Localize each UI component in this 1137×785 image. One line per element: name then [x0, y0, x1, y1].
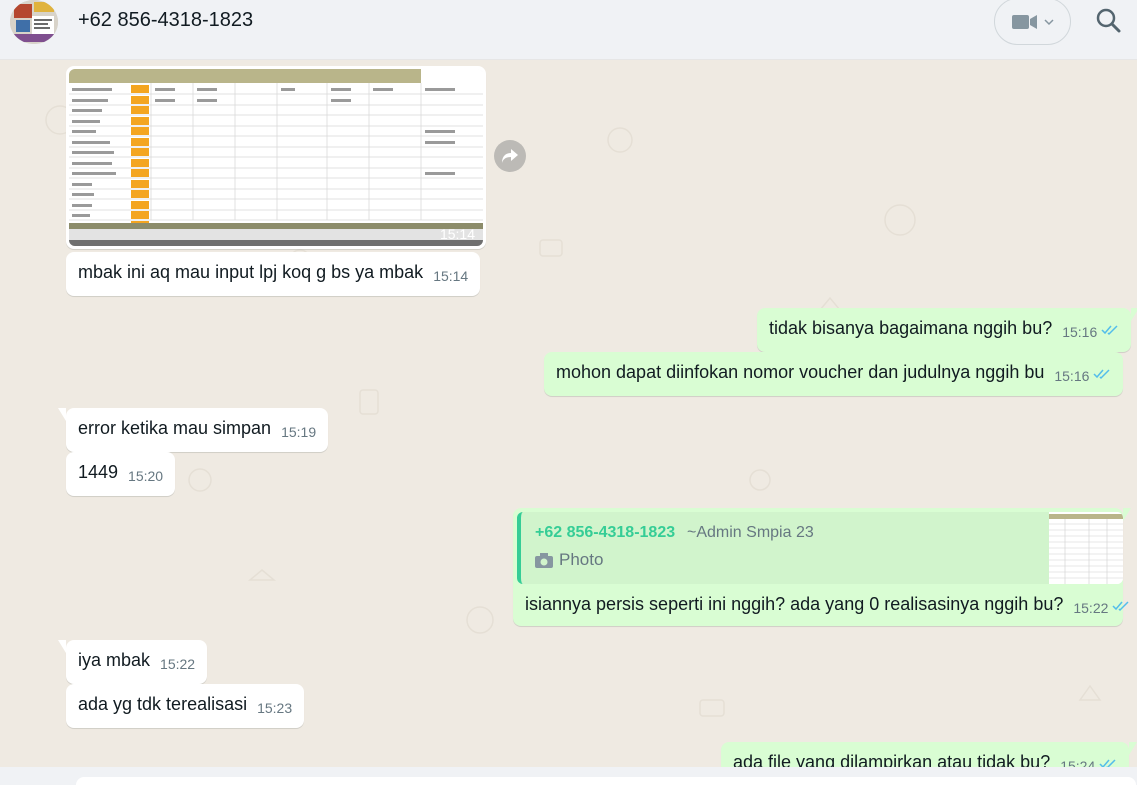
message-text: ada yg tdk terealisasi	[78, 694, 248, 714]
bubble-tail	[1129, 742, 1137, 755]
search-button[interactable]	[1094, 6, 1124, 36]
message-text: error ketika mau simpan	[78, 418, 272, 438]
image-message[interactable]: 15:14	[66, 66, 486, 249]
message-input[interactable]	[76, 777, 1136, 785]
message-text: mbak ini aq mau input lpj koq g bs ya mb…	[78, 262, 424, 282]
message-text: iya mbak	[78, 650, 151, 670]
message-time: 15:19	[281, 424, 317, 440]
contact-name[interactable]: +62 856-4318-1823	[78, 9, 253, 32]
message-time: 15:22	[1073, 600, 1109, 616]
search-icon	[1096, 8, 1121, 33]
bubble-tail	[1123, 508, 1131, 521]
double-check-icon	[1112, 594, 1130, 618]
chat-messages[interactable]: 15:14 mbak ini aq mau input lpj koq g bs…	[0, 60, 1137, 767]
bubble-tail	[1131, 308, 1137, 321]
chevron-down-icon	[1043, 18, 1054, 25]
video-camera-icon	[1011, 14, 1037, 29]
message-text: tidak bisanya bagaimana nggih bu?	[769, 318, 1053, 338]
message-time: 15:23	[257, 700, 293, 716]
table-screenshot[interactable]: 15:14	[69, 69, 483, 246]
message-time: 15:16	[1054, 368, 1090, 384]
incoming-message[interactable]: ada yg tdk terealisasi 15:23	[66, 684, 305, 728]
outgoing-message[interactable]: mohon dapat diinfokan nomor voucher dan …	[544, 352, 1124, 396]
double-check-icon	[1093, 362, 1111, 386]
incoming-message[interactable]: 1449 15:20	[66, 452, 176, 496]
double-check-icon	[1099, 752, 1117, 767]
message-text: 1449	[78, 462, 119, 482]
incoming-message[interactable]: error ketika mau simpan 15:19	[58, 408, 329, 452]
message-time: 15:14	[439, 226, 475, 242]
quote-sender-alias: ~Admin Smpia 23	[687, 524, 814, 541]
video-call-button[interactable]	[994, 0, 1071, 45]
message-text: mohon dapat diinfokan nomor voucher dan …	[556, 362, 1045, 382]
incoming-message[interactable]: iya mbak 15:22	[58, 640, 208, 684]
message-text: ada file yang dilampirkan atau tidak bu?	[733, 752, 1051, 767]
outgoing-message[interactable]: tidak bisanya bagaimana nggih bu? 15:16	[757, 308, 1137, 352]
quote-sender: +62 856-4318-1823	[535, 524, 676, 541]
message-time: 15:14	[433, 268, 469, 284]
composer-bar	[0, 767, 1137, 785]
quote-thumbnail	[1049, 512, 1123, 584]
quote-photo-label: Photo	[535, 550, 603, 570]
message-time: 15:20	[128, 468, 164, 484]
bubble-tail	[58, 408, 66, 421]
quote-label: Photo	[559, 550, 604, 569]
forward-icon	[502, 149, 518, 163]
message-time: 15:16	[1062, 324, 1098, 340]
incoming-message[interactable]: mbak ini aq mau input lpj koq g bs ya mb…	[66, 252, 481, 296]
bubble-tail	[58, 640, 66, 653]
chat-header: +62 856-4318-1823	[0, 0, 1137, 60]
camera-icon	[535, 552, 553, 568]
contact-avatar[interactable]	[10, 0, 58, 44]
outgoing-message[interactable]: ada file yang dilampirkan atau tidak bu?…	[721, 742, 1137, 767]
forward-button[interactable]	[494, 140, 526, 172]
message-text: isiannya persis seperti ini nggih? ada y…	[525, 594, 1064, 614]
reply-text-row: isiannya persis seperti ini nggih? ada y…	[513, 584, 1137, 628]
message-time: 15:24	[1060, 758, 1096, 767]
message-time: 15:22	[160, 656, 196, 672]
double-check-icon	[1101, 318, 1119, 342]
quoted-message[interactable]: +62 856-4318-1823 ~Admin Smpia 23 Photo	[517, 512, 1123, 584]
